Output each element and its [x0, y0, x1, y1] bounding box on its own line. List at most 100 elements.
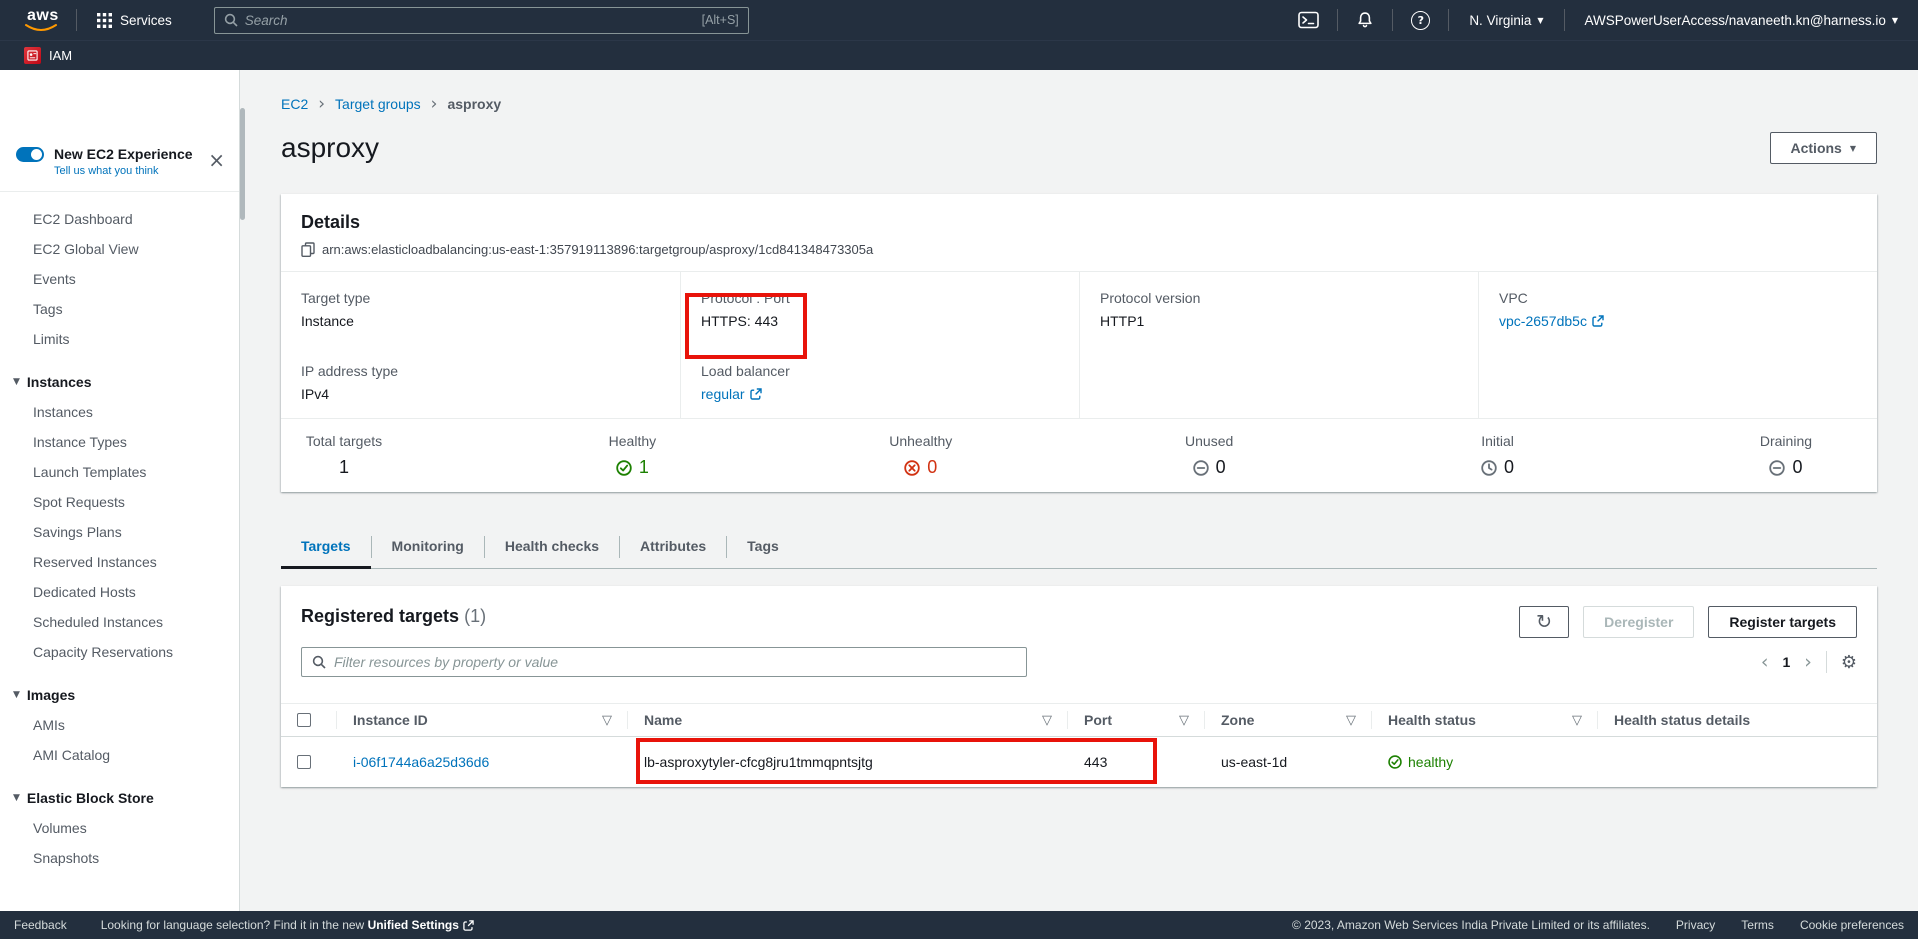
- breadcrumb-ec2[interactable]: EC2: [281, 96, 308, 112]
- column-header-health-status[interactable]: Health status▽: [1372, 704, 1598, 737]
- stat-unused: Unused 0: [1166, 433, 1252, 478]
- terms-link[interactable]: Terms: [1741, 918, 1774, 932]
- sidebar-item-volumes[interactable]: Volumes: [0, 813, 239, 843]
- sidebar-section-images[interactable]: ▼ Images: [0, 680, 239, 710]
- help-button[interactable]: ?: [1407, 11, 1434, 30]
- sidebar-item-spot-requests[interactable]: Spot Requests: [0, 487, 239, 517]
- favorite-iam-link[interactable]: IAM: [24, 47, 72, 64]
- sidebar-item-instance-types[interactable]: Instance Types: [0, 427, 239, 457]
- column-header-zone[interactable]: Zone▽: [1205, 704, 1372, 737]
- sidebar-item-capacity-reservations[interactable]: Capacity Reservations: [0, 637, 239, 667]
- column-header-name[interactable]: Name▽: [628, 704, 1068, 737]
- sidebar-item-savings-plans[interactable]: Savings Plans: [0, 517, 239, 547]
- stat-total-targets: Total targets 1: [301, 433, 387, 478]
- sidebar-item-ec2-dashboard[interactable]: EC2 Dashboard: [0, 204, 239, 234]
- sidebar-section-instances[interactable]: ▼ Instances: [0, 367, 239, 397]
- cloudshell-button[interactable]: [1294, 11, 1323, 29]
- new-experience-toggle[interactable]: [16, 147, 44, 162]
- previous-page-icon[interactable]: ‹: [1761, 655, 1769, 669]
- privacy-link[interactable]: Privacy: [1676, 918, 1715, 932]
- close-icon[interactable]: ×: [208, 152, 225, 168]
- caret-down-icon: ▼: [1850, 144, 1856, 153]
- protocol-port-label: Protocol : Port: [701, 290, 1059, 306]
- table-settings-gear-icon[interactable]: ⚙: [1841, 652, 1857, 673]
- global-search-box[interactable]: [Alt+S]: [214, 7, 749, 34]
- sidebar-item-dedicated-hosts[interactable]: Dedicated Hosts: [0, 577, 239, 607]
- filter-input[interactable]: [334, 654, 1016, 670]
- sidebar-item-instances[interactable]: Instances: [0, 397, 239, 427]
- sidebar-item-scheduled-instances[interactable]: Scheduled Instances: [0, 607, 239, 637]
- table-row: i-06f1744a6a25d36d6 lb-asproxytyler-cfcg…: [281, 737, 1877, 787]
- target-health-summary: Total targets 1 Healthy 1 Unhealthy 0: [281, 418, 1877, 492]
- column-filter-icon[interactable]: ▽: [1346, 713, 1356, 728]
- caret-down-icon: ▼: [13, 367, 20, 397]
- load-balancer-link[interactable]: regular: [701, 386, 762, 402]
- healthy-count: 1: [639, 457, 649, 478]
- actions-button[interactable]: Actions ▼: [1770, 132, 1878, 164]
- search-icon: [312, 655, 326, 669]
- new-experience-block: New EC2 Experience Tell us what you thin…: [0, 140, 239, 192]
- sidebar-item-snapshots[interactable]: Snapshots: [0, 843, 239, 873]
- sidebar-item-launch-templates[interactable]: Launch Templates: [0, 457, 239, 487]
- breadcrumb-target-groups[interactable]: Target groups: [335, 96, 421, 112]
- row-checkbox[interactable]: [297, 755, 311, 769]
- divider: [1826, 651, 1827, 673]
- sidebar-item-ec2-global-view[interactable]: EC2 Global View: [0, 234, 239, 264]
- sidebar-section-elastic-block-store[interactable]: ▼ Elastic Block Store: [0, 783, 239, 813]
- scrollbar-thumb[interactable]: [240, 108, 245, 220]
- page-number[interactable]: 1: [1782, 654, 1790, 670]
- tab-attributes[interactable]: Attributes: [620, 526, 726, 568]
- sidebar-item-amis[interactable]: AMIs: [0, 710, 239, 740]
- tab-health-checks[interactable]: Health checks: [485, 526, 619, 568]
- sidebar-item-limits[interactable]: Limits: [0, 324, 239, 354]
- check-circle-icon: [1388, 755, 1402, 769]
- column-filter-icon[interactable]: ▽: [1179, 713, 1189, 728]
- next-page-icon[interactable]: ›: [1804, 655, 1812, 669]
- stat-draining: Draining 0: [1743, 433, 1829, 478]
- column-header-port[interactable]: Port▽: [1068, 704, 1205, 737]
- sidebar-item-ami-catalog[interactable]: AMI Catalog: [0, 740, 239, 770]
- refresh-button[interactable]: ↻: [1519, 606, 1569, 638]
- tab-targets[interactable]: Targets: [281, 526, 371, 569]
- column-header-instance-id[interactable]: Instance ID▽: [337, 704, 628, 737]
- divider: [76, 9, 77, 31]
- health-status-details-cell: [1598, 737, 1877, 787]
- favorite-iam-label: IAM: [49, 48, 72, 63]
- copy-icon[interactable]: [301, 242, 315, 257]
- caret-down-icon: ▼: [1892, 16, 1898, 25]
- cloudshell-terminal-icon: [1298, 11, 1319, 29]
- column-filter-icon[interactable]: ▽: [1572, 713, 1582, 728]
- registered-targets-card: Registered targets (1) ↻ Deregister Regi…: [281, 586, 1877, 787]
- search-input[interactable]: [245, 13, 695, 28]
- details-card: Details arn:aws:elasticloadbalancing:us-…: [281, 194, 1877, 492]
- select-all-checkbox[interactable]: [297, 713, 311, 727]
- copyright-text: © 2023, Amazon Web Services India Privat…: [1292, 918, 1650, 932]
- tell-us-link[interactable]: Tell us what you think: [54, 165, 223, 177]
- filter-box[interactable]: [301, 647, 1027, 677]
- stat-unhealthy: Unhealthy 0: [878, 433, 964, 478]
- account-menu[interactable]: AWSPowerUserAccess/navaneeth.kn@harness.…: [1579, 13, 1905, 28]
- stat-healthy: Healthy 1: [589, 433, 675, 478]
- tab-monitoring[interactable]: Monitoring: [372, 526, 484, 568]
- register-targets-button[interactable]: Register targets: [1708, 606, 1857, 638]
- unified-settings-link[interactable]: Unified Settings: [368, 918, 474, 932]
- deregister-button[interactable]: Deregister: [1583, 606, 1694, 638]
- vpc-link[interactable]: vpc-2657db5c: [1499, 313, 1604, 329]
- column-filter-icon[interactable]: ▽: [602, 713, 612, 728]
- region-selector[interactable]: N. Virginia ▼: [1463, 13, 1549, 28]
- services-menu-button[interactable]: Services: [91, 0, 178, 40]
- favorites-bar: IAM: [0, 40, 1918, 70]
- sidebar-item-tags[interactable]: Tags: [0, 294, 239, 324]
- tab-tags[interactable]: Tags: [727, 526, 799, 568]
- column-filter-icon[interactable]: ▽: [1042, 713, 1052, 728]
- main-content: EC2 › Target groups › asproxy asproxy Ac…: [240, 70, 1918, 911]
- cookie-preferences-link[interactable]: Cookie preferences: [1800, 918, 1904, 932]
- page-title: asproxy: [281, 132, 379, 164]
- aws-logo[interactable]: aws: [20, 7, 62, 33]
- notifications-button[interactable]: [1352, 11, 1378, 29]
- ec2-sidebar: New EC2 Experience Tell us what you thin…: [0, 70, 240, 911]
- instance-id-link[interactable]: i-06f1744a6a25d36d6: [353, 754, 489, 770]
- feedback-link[interactable]: Feedback: [14, 918, 67, 932]
- sidebar-item-events[interactable]: Events: [0, 264, 239, 294]
- sidebar-item-reserved-instances[interactable]: Reserved Instances: [0, 547, 239, 577]
